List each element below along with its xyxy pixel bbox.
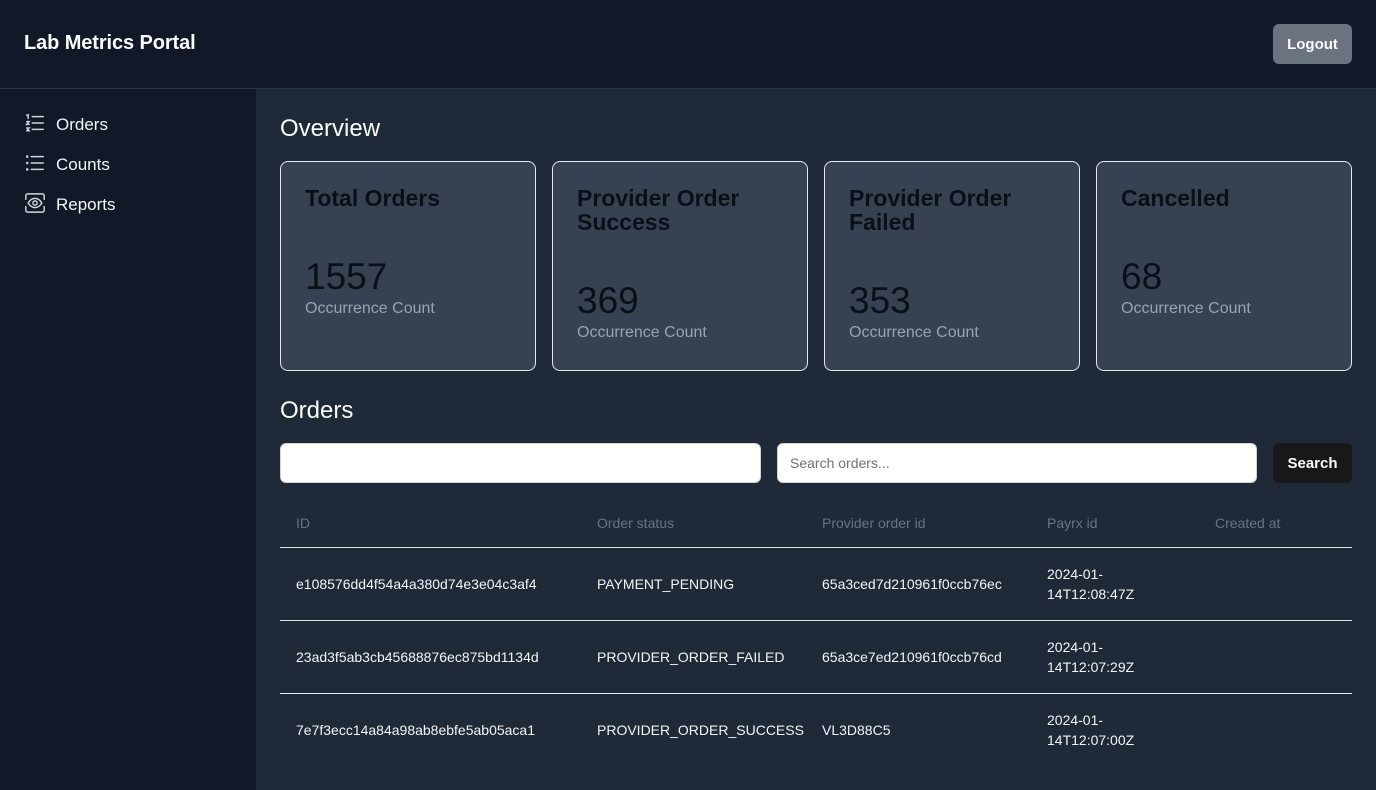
table-row[interactable]: 23ad3f5ab3cb45688876ec875bd1134d PROVIDE…: [280, 621, 1352, 694]
list-icon: [24, 152, 46, 179]
column-header-order-status[interactable]: Order status: [597, 515, 674, 531]
cell-provider-order-id: 65a3ce7ed210961f0ccb76cd: [822, 649, 1002, 665]
cell-payrx-id: 2024-01-14T12:07:29Z: [1047, 639, 1135, 675]
cell-payrx-id: 2024-01-14T12:08:47Z: [1047, 566, 1135, 602]
cell-id: e108576dd4f54a4a380d74e3e04c3af4: [296, 576, 537, 592]
sidebar-item-orders[interactable]: Orders: [24, 111, 108, 139]
cell-id: 23ad3f5ab3cb45688876ec875bd1134d: [296, 649, 539, 665]
card-title: Cancelled: [1121, 185, 1230, 211]
card-title: Total Orders: [305, 185, 441, 211]
cell-id: 7e7f3ecc14a84a98ab8ebfe5ab05aca1: [296, 722, 536, 738]
search-input[interactable]: [777, 443, 1257, 483]
cell-payrx-id: 2024-01-14T12:07:00Z: [1047, 712, 1135, 748]
card-value: 1557: [305, 256, 388, 297]
overview-title: Overview: [280, 115, 381, 142]
stat-card-total-orders: Total Orders 1557 Occurrence Count: [280, 161, 536, 371]
card-value: 68: [1121, 256, 1163, 297]
stat-card-provider-order-failed: Provider Order Failed 353 Occurrence Cou…: [824, 161, 1080, 371]
orders-title: Orders: [280, 397, 354, 424]
stat-card-cancelled: Cancelled 68 Occurrence Count: [1096, 161, 1352, 371]
sidebar-item-label: Orders: [56, 115, 108, 134]
card-subtitle: Occurrence Count: [305, 300, 435, 317]
column-header-created-at[interactable]: Created at: [1215, 515, 1280, 531]
cell-order-status: PROVIDER_ORDER_FAILED: [597, 649, 785, 665]
sidebar-item-counts[interactable]: Counts: [24, 151, 110, 179]
stat-card-provider-order-success: Provider Order Success 369 Occurrence Co…: [552, 161, 808, 371]
top-bar: Lab Metrics Portal Logout: [0, 0, 1376, 89]
column-header-payrx-id[interactable]: Payrx id: [1047, 515, 1098, 531]
card-subtitle: Occurrence Count: [1121, 300, 1251, 317]
app-title: Lab Metrics Portal: [24, 32, 196, 54]
table-row[interactable]: 7e7f3ecc14a84a98ab8ebfe5ab05aca1 PROVIDE…: [280, 694, 1352, 767]
search-button[interactable]: Search: [1273, 443, 1352, 483]
main-content: Overview Total Orders 1557 Occurrence Co…: [256, 89, 1376, 790]
sidebar-item-label: Counts: [56, 155, 110, 174]
sidebar: Orders Counts Reports: [0, 89, 256, 790]
sidebar-item-reports[interactable]: Reports: [24, 191, 116, 219]
cell-order-status: PROVIDER_ORDER_SUCCESS: [597, 722, 804, 738]
card-title: Provider Order Failed: [849, 185, 1012, 235]
card-title: Provider Order Success: [577, 185, 740, 235]
card-subtitle: Occurrence Count: [577, 324, 707, 341]
eye-icon: [24, 192, 46, 219]
column-header-provider-order-id[interactable]: Provider order id: [822, 515, 926, 531]
table-row[interactable]: e108576dd4f54a4a380d74e3e04c3af4 PAYMENT…: [280, 548, 1352, 621]
cell-provider-order-id: VL3D88C5: [822, 722, 891, 738]
card-subtitle: Occurrence Count: [849, 324, 979, 341]
cell-provider-order-id: 65a3ced7d210961f0ccb76ec: [822, 576, 1002, 592]
card-value: 369: [577, 280, 639, 321]
filter-input[interactable]: [280, 443, 761, 483]
cell-order-status: PAYMENT_PENDING: [597, 576, 735, 592]
ordered-list-icon: [24, 112, 46, 139]
column-header-id[interactable]: ID: [296, 515, 310, 531]
card-value: 353: [849, 280, 911, 321]
sidebar-item-label: Reports: [56, 195, 116, 214]
logout-button[interactable]: Logout: [1273, 24, 1352, 64]
